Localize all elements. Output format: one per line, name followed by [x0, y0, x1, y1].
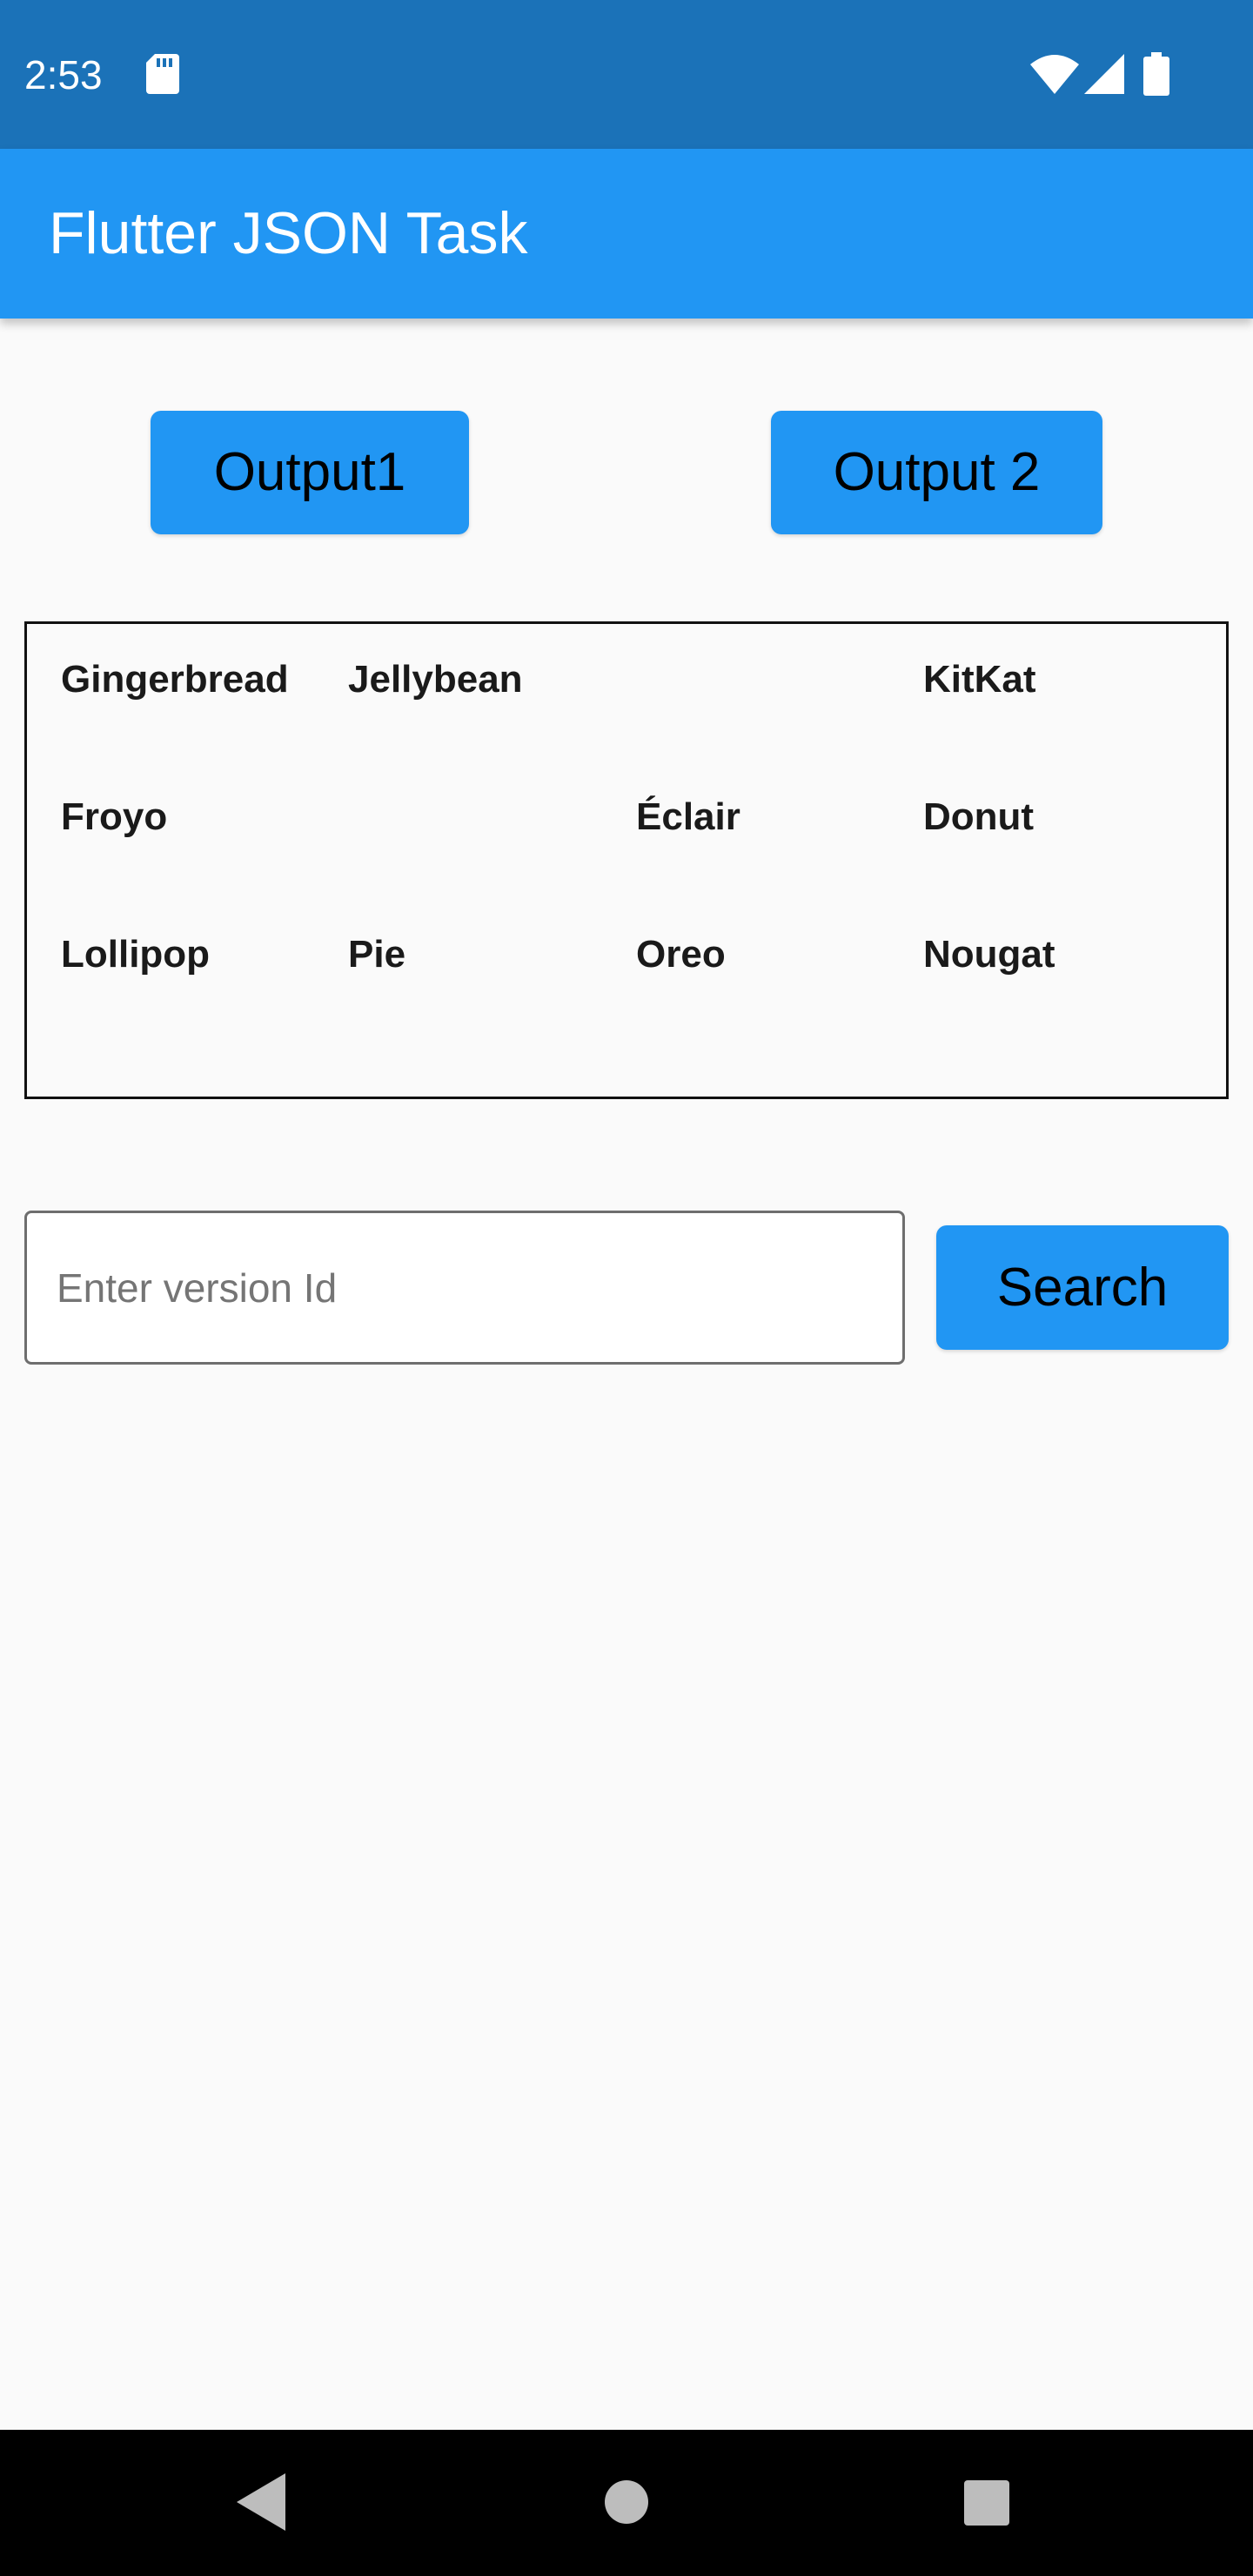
- grid-cell: Oreo: [636, 933, 726, 976]
- back-icon[interactable]: [237, 2473, 285, 2531]
- grid-cell: Gingerbread: [61, 658, 289, 701]
- wifi-icon: [1030, 54, 1079, 94]
- output1-button[interactable]: Output1: [151, 411, 469, 534]
- app-bar: Flutter JSON Task: [0, 149, 1253, 319]
- grid-cell: KitKat: [923, 658, 1036, 701]
- version-id-input[interactable]: [55, 1257, 876, 1319]
- status-time: 2:53: [24, 52, 103, 97]
- version-id-field[interactable]: [24, 1211, 905, 1365]
- search-button[interactable]: Search: [936, 1225, 1229, 1350]
- battery-icon: [1143, 52, 1169, 96]
- grid-cell: Éclair: [636, 795, 740, 838]
- grid-cell: Froyo: [61, 795, 168, 838]
- output2-button[interactable]: Output 2: [771, 411, 1102, 534]
- cell-signal-icon: [1084, 54, 1124, 94]
- grid-cell: Donut: [923, 795, 1035, 838]
- status-bar: 2:53: [0, 0, 1253, 149]
- version-grid: Gingerbread Jellybean KitKat Froyo Éclai…: [24, 621, 1229, 1099]
- sd-card-icon: [146, 54, 179, 94]
- page-title: Flutter JSON Task: [49, 200, 528, 266]
- grid-cell: Lollipop: [61, 933, 211, 976]
- grid-cell: Pie: [348, 933, 406, 976]
- grid-cell: Nougat: [923, 933, 1055, 976]
- grid-cell: Jellybean: [348, 658, 523, 701]
- home-icon[interactable]: [605, 2480, 648, 2524]
- recents-icon[interactable]: [964, 2480, 1009, 2526]
